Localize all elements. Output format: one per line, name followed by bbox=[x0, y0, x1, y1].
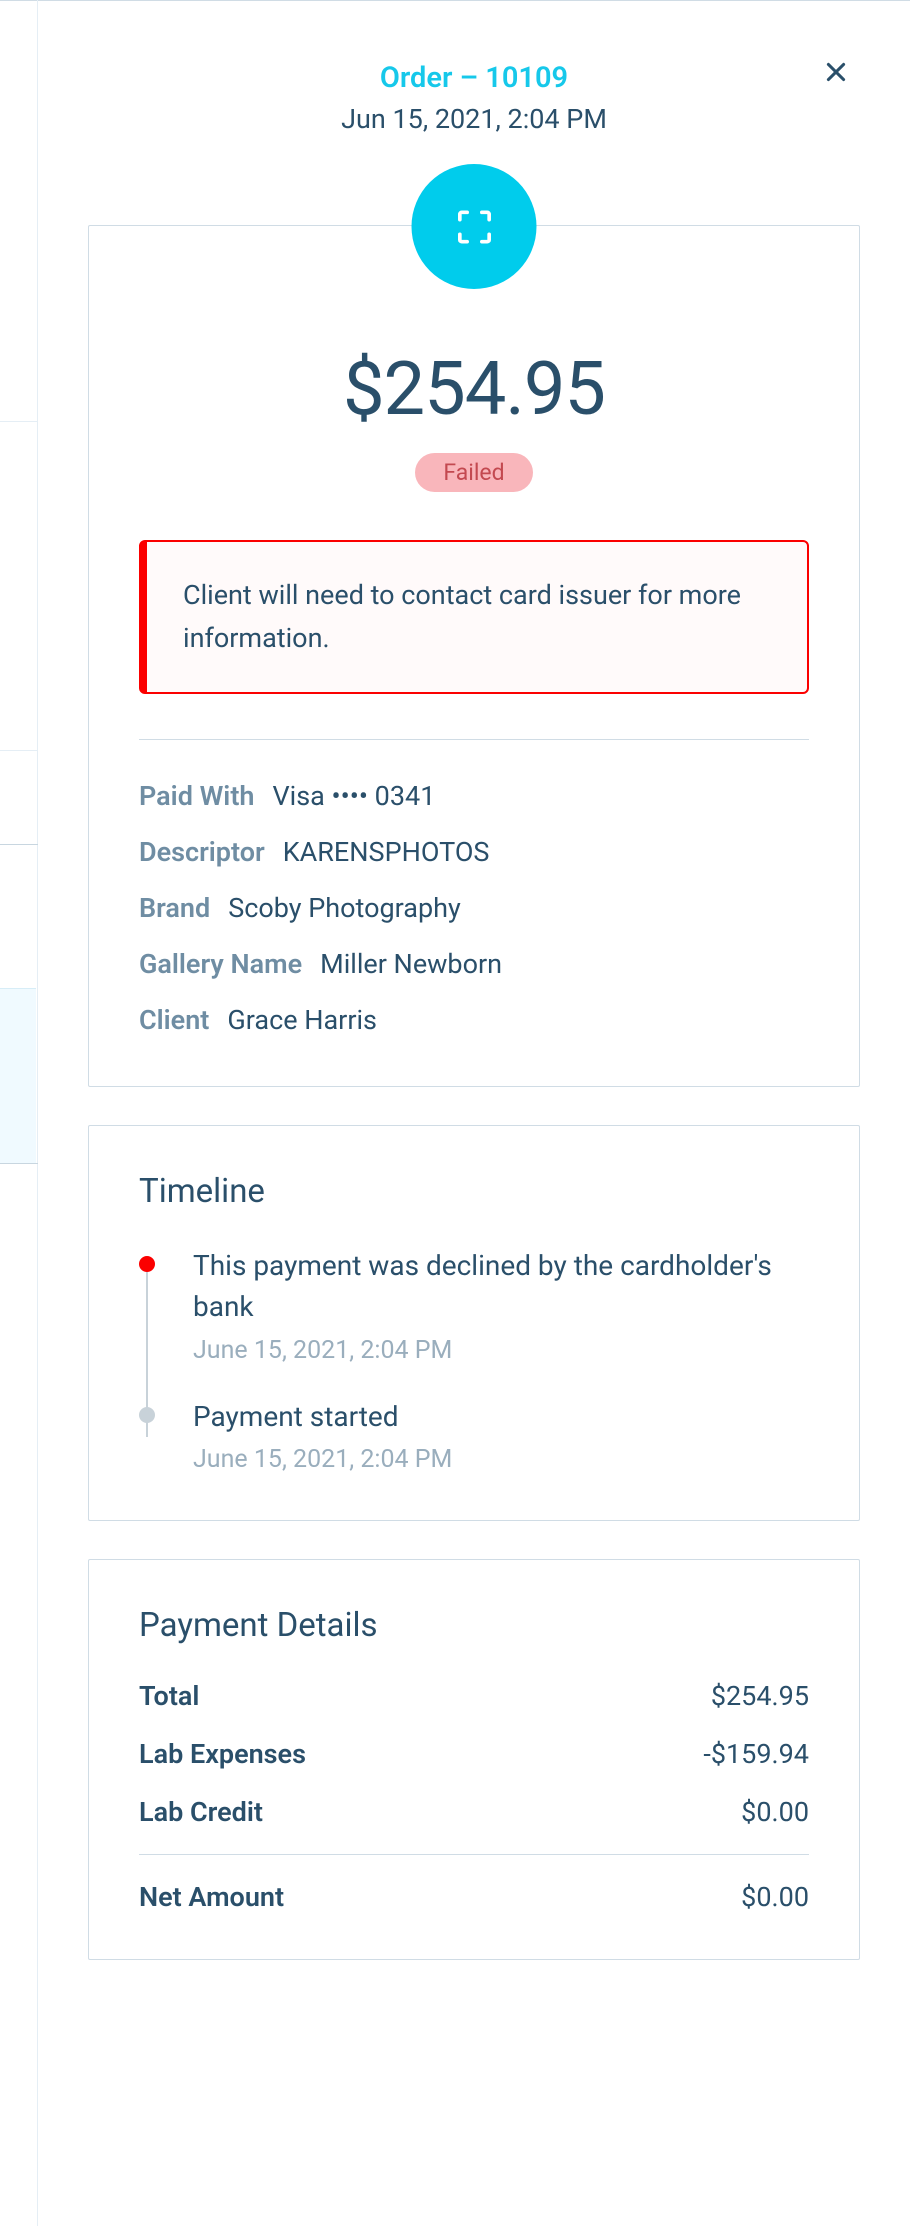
timeline-event-title: Payment started bbox=[193, 1397, 809, 1438]
sidebar-highlight bbox=[0, 988, 36, 1164]
alert-message: Client will need to contact card issuer … bbox=[139, 540, 809, 694]
payment-row-net: Net Amount $0.00 bbox=[139, 1881, 809, 1913]
sidebar-divider bbox=[0, 1163, 38, 1164]
timeline-item: This payment was declined by the cardhol… bbox=[139, 1246, 809, 1396]
scan-icon bbox=[452, 205, 496, 249]
sidebar-divider bbox=[0, 844, 38, 845]
payment-value: $0.00 bbox=[741, 1796, 809, 1828]
close-icon bbox=[823, 59, 849, 85]
detail-value: Grace Harris bbox=[227, 1004, 377, 1036]
detail-descriptor: Descriptor KARENSPHOTOS bbox=[139, 836, 809, 868]
payment-value: $254.95 bbox=[711, 1680, 809, 1712]
timeline-event-time: June 15, 2021, 2:04 PM bbox=[193, 1336, 809, 1365]
payment-value: -$159.94 bbox=[703, 1738, 809, 1770]
detail-paid-with: Paid With Visa •••• 0341 bbox=[139, 780, 809, 812]
sidebar-divider bbox=[0, 750, 38, 751]
payment-value: $0.00 bbox=[741, 1881, 809, 1913]
status-badge: Failed bbox=[415, 453, 532, 492]
timeline-item: Payment started June 15, 2021, 2:04 PM bbox=[139, 1397, 809, 1475]
detail-label: Descriptor bbox=[139, 836, 265, 868]
timeline-content: This payment was declined by the cardhol… bbox=[193, 1246, 809, 1396]
payment-row-total: Total $254.95 bbox=[139, 1680, 809, 1712]
detail-value: Miller Newborn bbox=[320, 948, 502, 980]
timeline-content: Payment started June 15, 2021, 2:04 PM bbox=[193, 1397, 809, 1475]
detail-label: Paid With bbox=[139, 780, 254, 812]
divider bbox=[139, 1854, 809, 1855]
payment-label: Lab Expenses bbox=[139, 1738, 306, 1770]
detail-gallery: Gallery Name Miller Newborn bbox=[139, 948, 809, 980]
sidebar-divider bbox=[0, 421, 38, 422]
detail-client: Client Grace Harris bbox=[139, 1004, 809, 1036]
timeline-card: Timeline This payment was declined by th… bbox=[88, 1125, 860, 1521]
summary-card: $254.95 Failed Client will need to conta… bbox=[88, 225, 860, 1087]
detail-value: Visa •••• 0341 bbox=[272, 780, 435, 812]
order-date: Jun 15, 2021, 2:04 PM bbox=[88, 103, 860, 135]
detail-label: Brand bbox=[139, 892, 210, 924]
timeline-event-time: June 15, 2021, 2:04 PM bbox=[193, 1445, 809, 1474]
payment-row-lab-credit: Lab Credit $0.00 bbox=[139, 1796, 809, 1828]
detail-label: Gallery Name bbox=[139, 948, 302, 980]
divider bbox=[139, 739, 809, 740]
payment-label: Lab Credit bbox=[139, 1796, 263, 1828]
detail-value: KARENSPHOTOS bbox=[283, 836, 490, 868]
payment-row-lab-expenses: Lab Expenses -$159.94 bbox=[139, 1738, 809, 1770]
timeline-dot-icon bbox=[139, 1407, 155, 1423]
detail-brand: Brand Scoby Photography bbox=[139, 892, 809, 924]
order-amount: $254.95 bbox=[139, 346, 809, 433]
modal-header: Order – 10109 Jun 15, 2021, 2:04 PM bbox=[88, 1, 860, 155]
payment-details-card: Payment Details Total $254.95 Lab Expens… bbox=[88, 1559, 860, 1960]
timeline-event-title: This payment was declined by the cardhol… bbox=[193, 1246, 809, 1327]
payment-label: Net Amount bbox=[139, 1881, 284, 1913]
payment-label: Total bbox=[139, 1680, 199, 1712]
detail-value: Scoby Photography bbox=[228, 892, 461, 924]
order-title: Order – 10109 bbox=[88, 61, 860, 95]
timeline-dot-icon bbox=[139, 1256, 155, 1272]
payment-details-title: Payment Details bbox=[139, 1606, 809, 1645]
detail-label: Client bbox=[139, 1004, 209, 1036]
timeline-title: Timeline bbox=[139, 1172, 809, 1211]
close-button[interactable] bbox=[820, 59, 852, 91]
scan-icon-circle bbox=[412, 164, 537, 289]
